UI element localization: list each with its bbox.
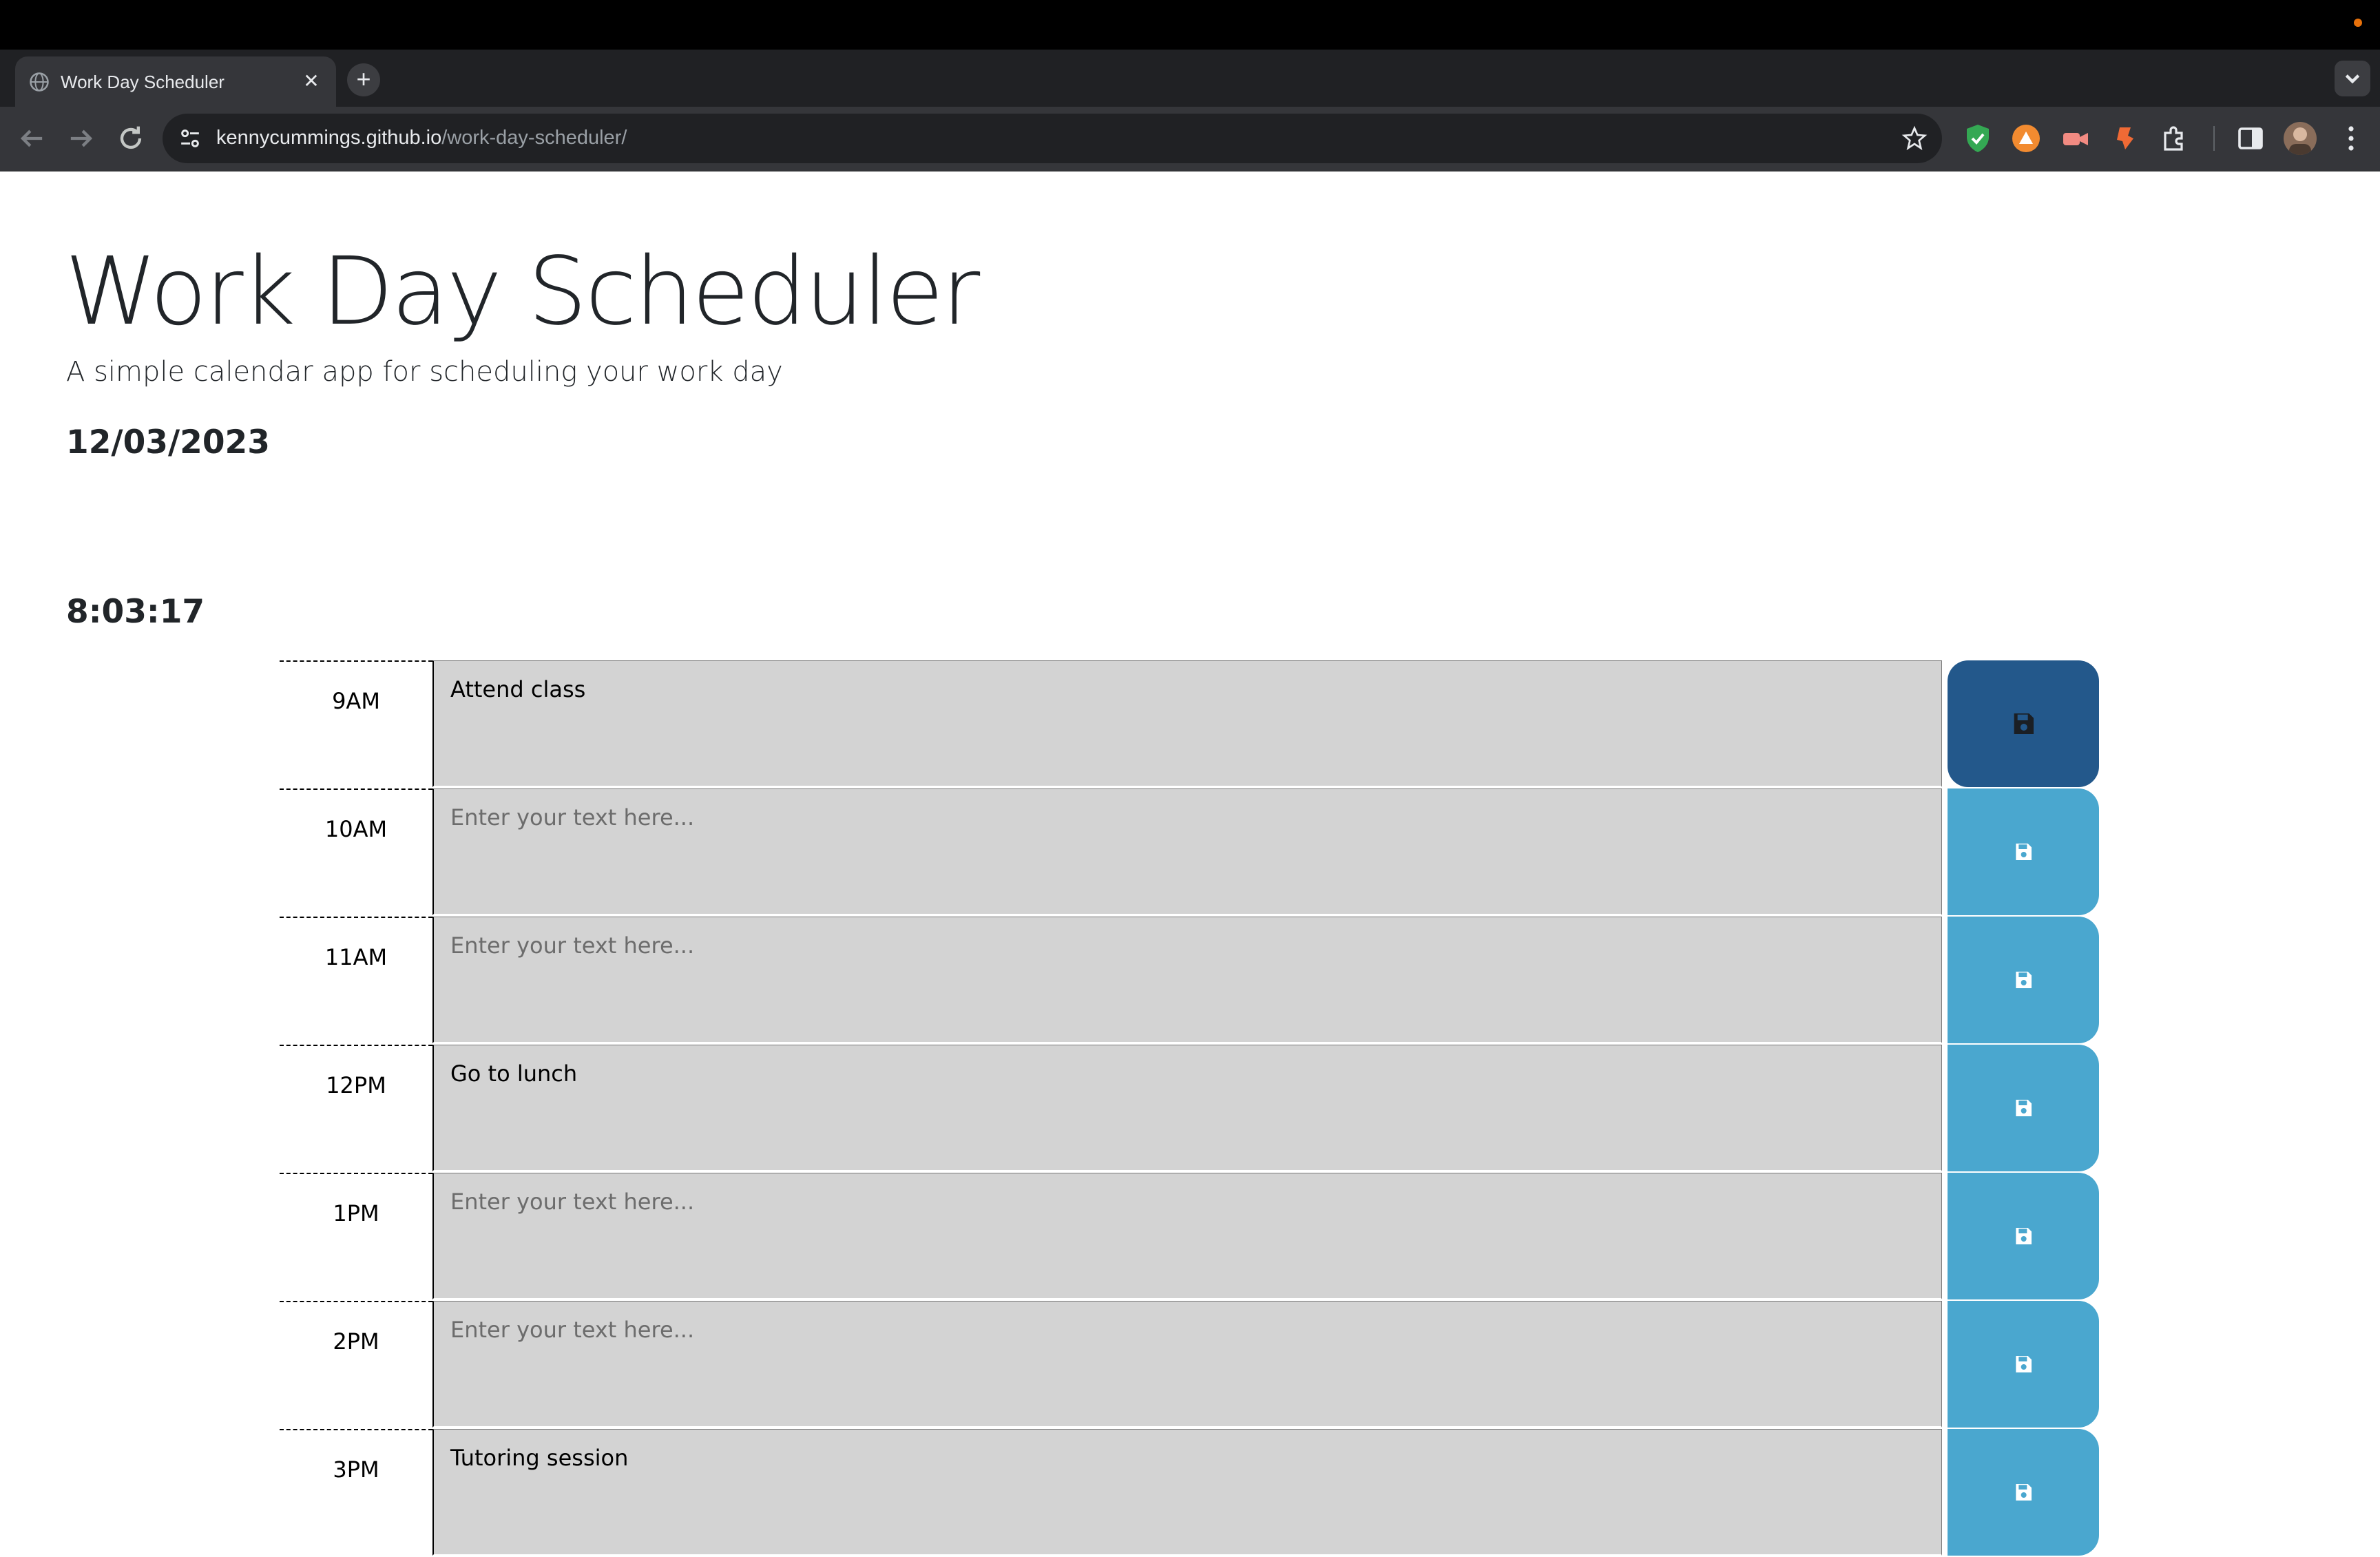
- system-top-bar: [0, 0, 2380, 50]
- save-button[interactable]: [1948, 1173, 2099, 1299]
- save-button[interactable]: [1948, 917, 2099, 1043]
- timeblock-list: 9AM Attend class 10AM 11AM: [280, 660, 2099, 1557]
- puzzle-piece-extension-icon[interactable]: [2109, 122, 2142, 155]
- save-button[interactable]: [1948, 1045, 2099, 1171]
- bookmark-star-icon[interactable]: [1901, 125, 1928, 152]
- time-block: 11AM: [280, 917, 2099, 1045]
- extensions-icon[interactable]: [2158, 122, 2191, 155]
- floppy-disk-icon: [2016, 1484, 2032, 1501]
- task-input[interactable]: [432, 1301, 1942, 1428]
- page-content: Work Day Scheduler A simple calendar app…: [0, 171, 2380, 1556]
- hour-label: 12PM: [280, 1045, 432, 1173]
- address-bar[interactable]: kennycummings.github.io/work-day-schedul…: [163, 114, 1942, 163]
- current-time: 8:03:17: [66, 593, 205, 631]
- site-settings-icon[interactable]: [175, 123, 205, 154]
- floppy-disk-icon: [2016, 1100, 2032, 1116]
- tab-strip: Work Day Scheduler ✕ +: [0, 50, 2380, 107]
- task-input[interactable]: Attend class: [432, 660, 1942, 787]
- hour-label: 11AM: [280, 917, 432, 1045]
- task-input[interactable]: Go to lunch: [432, 1045, 1942, 1171]
- recording-indicator: [2354, 19, 2362, 27]
- globe-icon: [30, 72, 49, 92]
- page-subtitle: A simple calendar app for scheduling you…: [66, 356, 783, 388]
- camera-extension-icon[interactable]: [2059, 122, 2092, 155]
- floppy-disk-icon: [2016, 844, 2032, 860]
- tab-title: Work Day Scheduler: [61, 72, 225, 92]
- page-title: Work Day Scheduler: [65, 238, 980, 346]
- hour-text: 2PM: [333, 1328, 379, 1355]
- profile-avatar[interactable]: [2284, 122, 2317, 155]
- time-block: 9AM Attend class: [280, 660, 2099, 788]
- browser-toolbar: kennycummings.github.io/work-day-schedul…: [0, 107, 2380, 171]
- shield-extension-icon[interactable]: [1961, 122, 1994, 155]
- time-block: 10AM: [280, 788, 2099, 917]
- current-date: 12/03/2023: [66, 424, 270, 461]
- task-input[interactable]: [432, 788, 1942, 915]
- close-tab-icon[interactable]: ✕: [299, 69, 324, 94]
- tab-search-button[interactable]: [2335, 61, 2370, 96]
- hour-label: 10AM: [280, 788, 432, 917]
- chevron-down-icon: [2345, 74, 2360, 84]
- hour-text: 10AM: [324, 816, 388, 842]
- save-button[interactable]: [1948, 1301, 2099, 1428]
- more-menu-icon[interactable]: [2335, 122, 2368, 155]
- time-block: 3PM Tutoring session: [280, 1429, 2099, 1557]
- hour-label: 3PM: [280, 1429, 432, 1557]
- task-input[interactable]: Tutoring session: [432, 1429, 1942, 1556]
- task-input[interactable]: [432, 917, 1942, 1043]
- time-block: 2PM: [280, 1301, 2099, 1429]
- reload-icon[interactable]: [113, 121, 149, 156]
- hour-label: 2PM: [280, 1301, 432, 1429]
- floppy-disk-icon: [2016, 1228, 2032, 1244]
- floppy-disk-icon: [2016, 1356, 2032, 1372]
- hour-text: 9AM: [332, 688, 380, 714]
- side-panel-icon[interactable]: [2234, 122, 2267, 155]
- toolbar-separator: [2213, 126, 2215, 151]
- hour-text: 12PM: [326, 1072, 386, 1098]
- profile-photo: [2289, 127, 2311, 155]
- save-button[interactable]: [1948, 660, 2099, 787]
- floppy-disk-icon: [2016, 972, 2032, 988]
- hour-label: 9AM: [280, 660, 432, 788]
- hour-text: 1PM: [333, 1200, 379, 1226]
- back-icon[interactable]: [14, 121, 50, 156]
- orange-extension-icon[interactable]: [2010, 122, 2043, 155]
- tab-work-day-scheduler[interactable]: Work Day Scheduler ✕: [15, 56, 336, 107]
- hour-text: 11AM: [324, 944, 388, 970]
- floppy-disk-icon: [2014, 713, 2034, 734]
- time-block: 12PM Go to lunch: [280, 1045, 2099, 1173]
- url-host: kennycummings.github.io: [216, 127, 442, 149]
- save-button[interactable]: [1948, 788, 2099, 915]
- hour-text: 3PM: [333, 1456, 379, 1483]
- new-tab-button[interactable]: +: [347, 63, 380, 96]
- forward-icon[interactable]: [63, 121, 99, 156]
- task-input[interactable]: [432, 1173, 1942, 1299]
- hour-label: 1PM: [280, 1173, 432, 1301]
- url-path: /work-day-scheduler/: [441, 127, 627, 149]
- time-block: 1PM: [280, 1173, 2099, 1301]
- save-button[interactable]: [1948, 1429, 2099, 1556]
- url-text: kennycummings.github.io/work-day-schedul…: [216, 127, 627, 149]
